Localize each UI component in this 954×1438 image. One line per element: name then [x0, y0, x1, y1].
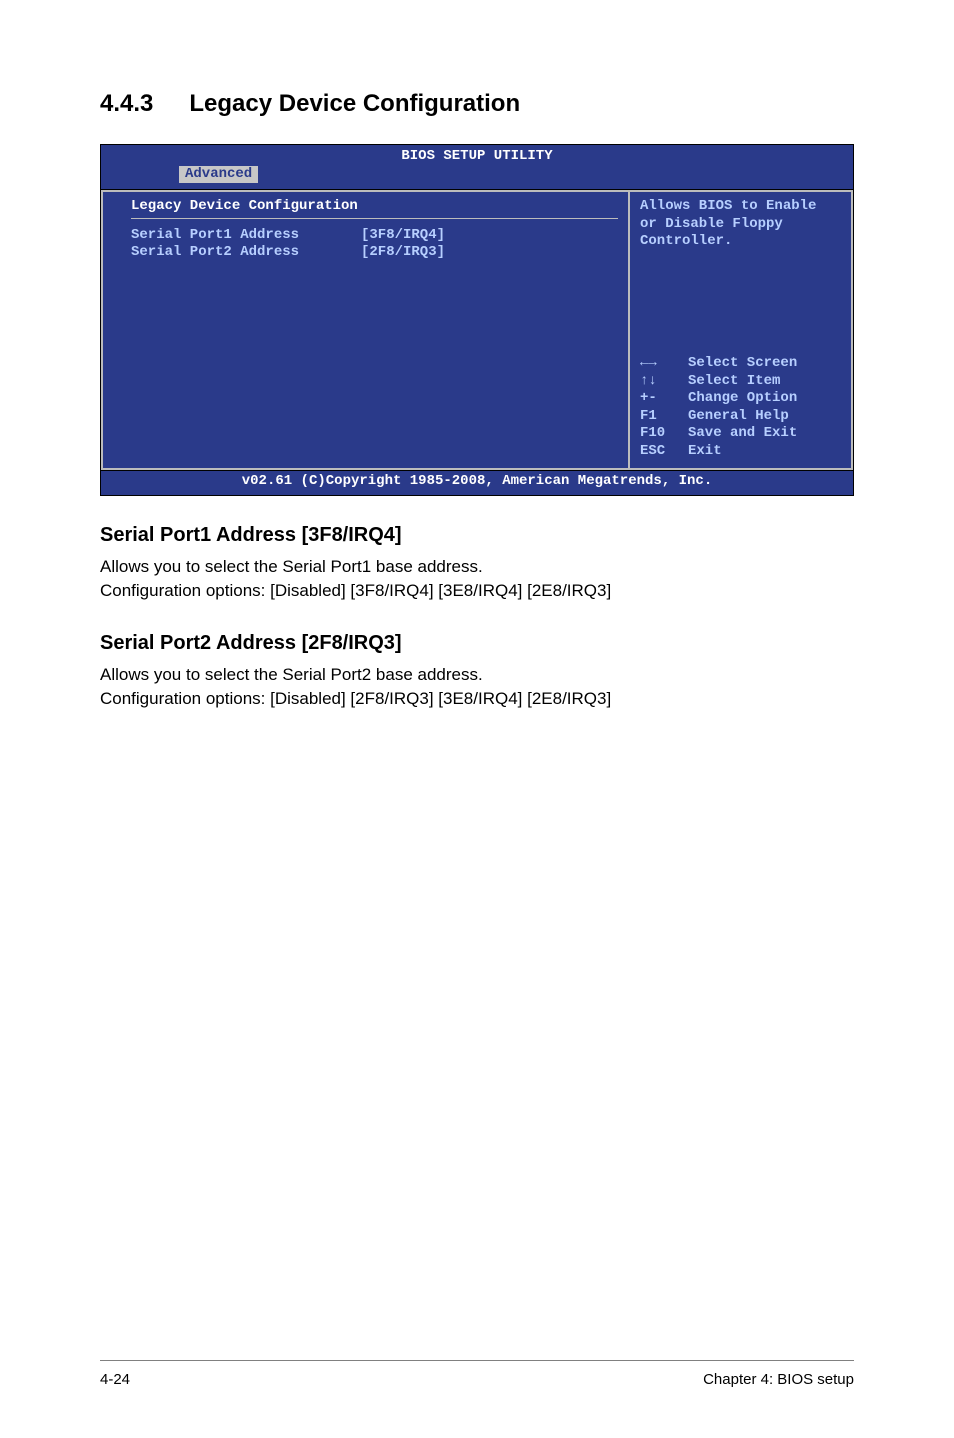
subheading-port2: Serial Port2 Address [2F8/IRQ3]	[100, 632, 854, 655]
setting-value: [2F8/IRQ3]	[361, 244, 445, 262]
help-line: Allows BIOS to Enable	[640, 198, 841, 216]
bios-setup-window: BIOS SETUP UTILITY Advanced Legacy Devic…	[100, 144, 854, 496]
subheading-port1: Serial Port1 Address [3F8/IRQ4]	[100, 524, 854, 547]
page-number: 4-24	[100, 1371, 130, 1388]
plus-minus-icon: +-	[640, 390, 688, 408]
help-line: Controller.	[640, 233, 841, 251]
nav-keys: ←→Select Screen ↑↓Select Item +-Change O…	[640, 355, 841, 460]
nav-action: Select Item	[688, 373, 780, 391]
body-text: Configuration options: [Disabled] [2F8/I…	[100, 687, 854, 712]
help-line: or Disable Floppy	[640, 216, 841, 234]
body-text: Configuration options: [Disabled] [3F8/I…	[100, 579, 854, 604]
chapter-label: Chapter 4: BIOS setup	[703, 1371, 854, 1388]
setting-label: Serial Port2 Address	[131, 244, 361, 262]
section-number: 4.4.3	[100, 90, 153, 118]
nav-row: F1General Help	[640, 408, 841, 426]
section-title: 4.4.3 Legacy Device Configuration	[100, 90, 854, 118]
divider	[131, 218, 618, 219]
setting-value: [3F8/IRQ4]	[361, 227, 445, 245]
body-text: Allows you to select the Serial Port2 ba…	[100, 663, 854, 688]
page-footer: 4-24 Chapter 4: BIOS setup	[100, 1360, 854, 1388]
key-f10: F10	[640, 425, 688, 443]
nav-row: ←→Select Screen	[640, 355, 841, 373]
bios-main-panel: Legacy Device Configuration Serial Port1…	[101, 190, 628, 470]
nav-row: +-Change Option	[640, 390, 841, 408]
bios-copyright: v02.61 (C)Copyright 1985-2008, American …	[101, 470, 853, 495]
nav-row: ESCExit	[640, 443, 841, 461]
nav-action: Select Screen	[688, 355, 797, 373]
nav-action: Save and Exit	[688, 425, 797, 443]
bios-panel-heading: Legacy Device Configuration	[131, 198, 618, 216]
help-text: Allows BIOS to Enable or Disable Floppy …	[640, 198, 841, 251]
setting-row[interactable]: Serial Port2 Address [2F8/IRQ3]	[131, 244, 618, 262]
setting-row[interactable]: Serial Port1 Address [3F8/IRQ4]	[131, 227, 618, 245]
bios-help-panel: Allows BIOS to Enable or Disable Floppy …	[628, 190, 853, 470]
nav-action: Exit	[688, 443, 722, 461]
key-esc: ESC	[640, 443, 688, 461]
up-down-arrows-icon: ↑↓	[640, 373, 688, 391]
bios-tabs: Advanced	[101, 166, 853, 190]
nav-row: F10Save and Exit	[640, 425, 841, 443]
nav-action: Change Option	[688, 390, 797, 408]
nav-row: ↑↓Select Item	[640, 373, 841, 391]
key-f1: F1	[640, 408, 688, 426]
tab-advanced[interactable]: Advanced	[179, 166, 258, 184]
section-heading-text: Legacy Device Configuration	[189, 90, 520, 117]
setting-label: Serial Port1 Address	[131, 227, 361, 245]
left-right-arrows-icon: ←→	[640, 355, 688, 373]
bios-title: BIOS SETUP UTILITY	[101, 145, 853, 166]
body-text: Allows you to select the Serial Port1 ba…	[100, 555, 854, 580]
nav-action: General Help	[688, 408, 789, 426]
